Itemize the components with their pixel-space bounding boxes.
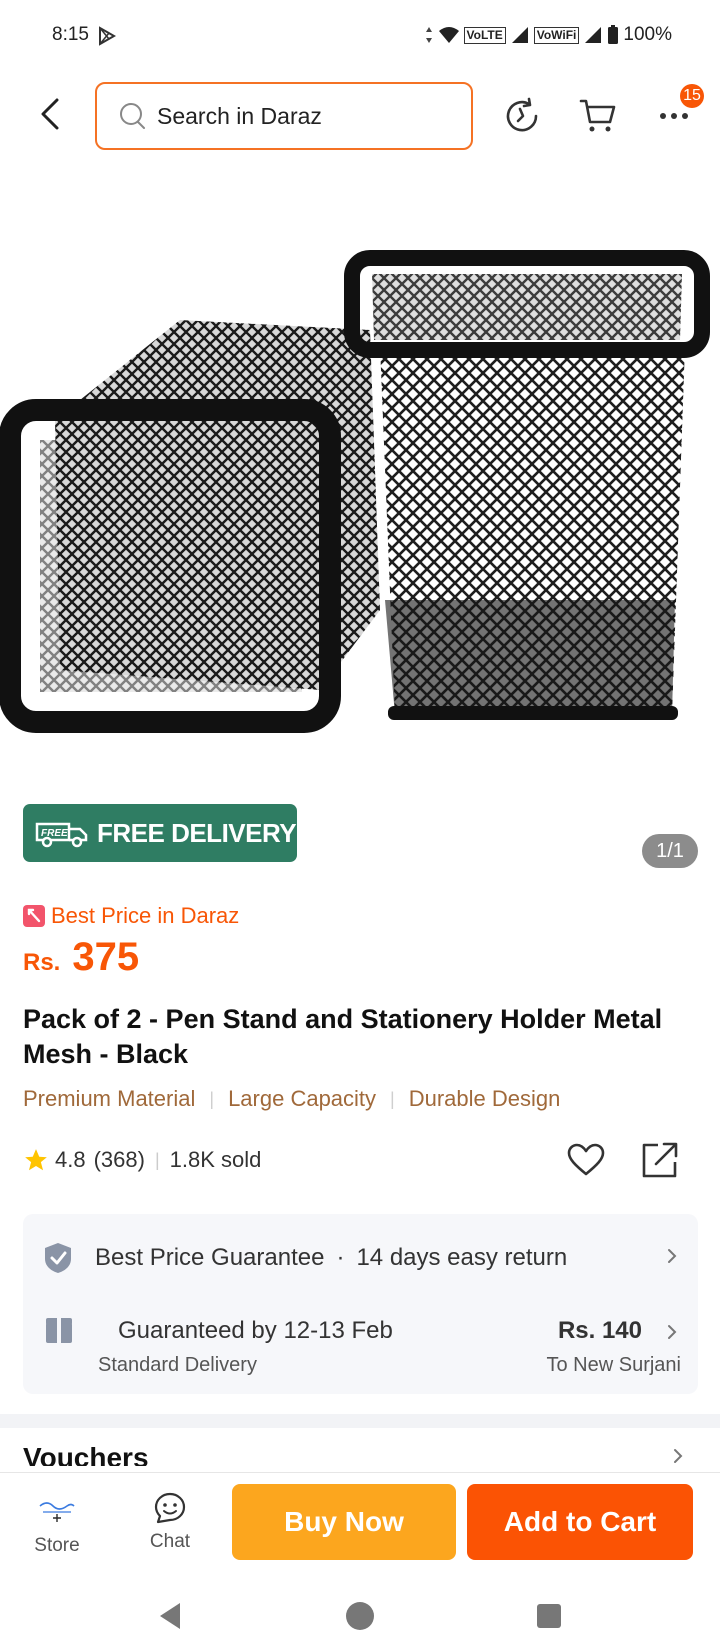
play-store-icon bbox=[97, 26, 117, 51]
chat-label: Chat bbox=[149, 1531, 191, 1552]
guarantee-label: Best Price Guarantee bbox=[95, 1244, 325, 1271]
image-counter: 1/1 bbox=[642, 834, 698, 868]
free-badge-small-text: FREE bbox=[41, 828, 68, 839]
cart-icon bbox=[579, 99, 616, 132]
history-icon bbox=[506, 97, 538, 132]
feature-tag: Durable Design bbox=[408, 1086, 561, 1111]
gift-box-icon bbox=[46, 1318, 72, 1343]
rating-count[interactable]: (368) bbox=[94, 1147, 145, 1173]
feature-tag: Large Capacity bbox=[228, 1086, 377, 1111]
feature-separator: | bbox=[390, 1088, 395, 1109]
system-recents-button[interactable] bbox=[529, 1596, 569, 1636]
more-icon bbox=[660, 113, 688, 119]
square-recents-icon bbox=[537, 1604, 561, 1628]
back-arrow-icon bbox=[41, 98, 59, 130]
rating-separator: | bbox=[154, 1149, 160, 1170]
search-icon bbox=[120, 103, 145, 129]
signal-icon bbox=[511, 27, 528, 43]
guarantee-dot: · bbox=[336, 1244, 345, 1271]
battery-percent: 100% bbox=[623, 24, 672, 45]
search-input[interactable]: Search in Daraz bbox=[95, 82, 473, 150]
rating-value[interactable]: 4.8 bbox=[55, 1147, 86, 1173]
best-price-tag: Best Price in Daraz bbox=[23, 903, 239, 929]
back-button[interactable] bbox=[30, 92, 70, 136]
best-price-icon bbox=[23, 905, 45, 927]
status-time: 8:15 bbox=[52, 24, 89, 45]
chevron-right-icon bbox=[672, 1446, 684, 1466]
more-button[interactable]: 15 bbox=[652, 84, 704, 138]
system-navigation-bar bbox=[0, 1582, 720, 1650]
free-delivery-label: FREE DELIVERY bbox=[97, 817, 297, 848]
chat-icon bbox=[154, 1492, 186, 1524]
price-currency: Rs. bbox=[23, 949, 61, 976]
delivery-eta: Guaranteed by 12-13 Feb bbox=[118, 1317, 393, 1344]
status-indicators: VoLTE VoWiFi 100% bbox=[424, 24, 672, 46]
cart-button[interactable] bbox=[576, 94, 620, 138]
truck-icon: FREE bbox=[35, 822, 88, 848]
section-divider bbox=[0, 1414, 720, 1428]
product-price: Rs. 375 bbox=[23, 935, 139, 980]
share-button[interactable] bbox=[638, 1138, 682, 1182]
vouchers-heading[interactable]: Vouchers bbox=[23, 1442, 149, 1466]
chevron-right-icon bbox=[666, 1245, 678, 1271]
system-home-button[interactable] bbox=[340, 1596, 380, 1636]
system-back-button[interactable] bbox=[150, 1596, 190, 1636]
volte-badge: VoLTE bbox=[463, 26, 506, 44]
chevron-right-icon bbox=[666, 1321, 678, 1347]
shield-check-icon bbox=[45, 1243, 71, 1273]
status-bar: 8:15 VoLTE VoWiFi 100% bbox=[0, 0, 720, 72]
return-label: 14 days easy return bbox=[356, 1244, 568, 1271]
wishlist-button[interactable] bbox=[564, 1138, 608, 1182]
notification-badge: 15 bbox=[680, 84, 704, 108]
history-button[interactable] bbox=[500, 94, 544, 138]
product-title: Pack of 2 - Pen Stand and Stationery Hol… bbox=[23, 1004, 663, 1069]
chat-button[interactable]: Chat bbox=[125, 1491, 215, 1561]
store-logo bbox=[37, 1497, 77, 1525]
triangle-back-icon bbox=[160, 1603, 180, 1629]
wifi-icon bbox=[438, 27, 459, 43]
delivery-fee: Rs. 140 bbox=[557, 1317, 642, 1344]
sold-count: 1.8K sold bbox=[169, 1147, 262, 1172]
signal-icon-2 bbox=[585, 27, 602, 43]
feature-tags: Premium Material | Large Capacity | Dura… bbox=[23, 1086, 560, 1112]
store-label: Store bbox=[34, 1535, 80, 1556]
price-value: 375 bbox=[72, 935, 140, 979]
add-to-cart-button[interactable]: Add to Cart bbox=[467, 1484, 693, 1560]
best-price-label: Best Price in Daraz bbox=[51, 903, 240, 928]
delivery-location[interactable]: To New Surjani bbox=[546, 1354, 681, 1377]
top-header: Search in Daraz 15 bbox=[0, 80, 720, 152]
vowifi-badge: VoWiFi bbox=[533, 26, 580, 44]
action-bar: Store Chat Buy Now Add to Cart bbox=[0, 1472, 720, 1582]
product-image[interactable] bbox=[0, 170, 720, 760]
search-placeholder: Search in Daraz bbox=[157, 102, 322, 129]
battery-icon bbox=[608, 25, 619, 44]
service-card: Best Price Guarantee · 14 days easy retu… bbox=[23, 1214, 698, 1394]
circle-home-icon bbox=[346, 1602, 374, 1630]
share-icon bbox=[642, 1142, 678, 1178]
signal-arrows-icon bbox=[425, 27, 432, 43]
store-button[interactable]: Store bbox=[12, 1491, 102, 1561]
delivery-type: Standard Delivery bbox=[98, 1354, 257, 1376]
feature-separator: | bbox=[209, 1088, 215, 1109]
heart-icon bbox=[567, 1143, 605, 1176]
delivery-row[interactable]: Guaranteed by 12-13 Feb Rs. 140 bbox=[43, 1309, 678, 1353]
star-icon bbox=[25, 1149, 47, 1171]
feature-tag: Premium Material bbox=[23, 1086, 196, 1111]
rating-row: 4.8 (368) | 1.8K sold bbox=[23, 1138, 698, 1182]
free-delivery-badge: FREE FREE DELIVERY bbox=[23, 804, 297, 862]
guarantee-row[interactable]: Best Price Guarantee · 14 days easy retu… bbox=[43, 1238, 678, 1278]
buy-now-button[interactable]: Buy Now bbox=[232, 1484, 456, 1560]
